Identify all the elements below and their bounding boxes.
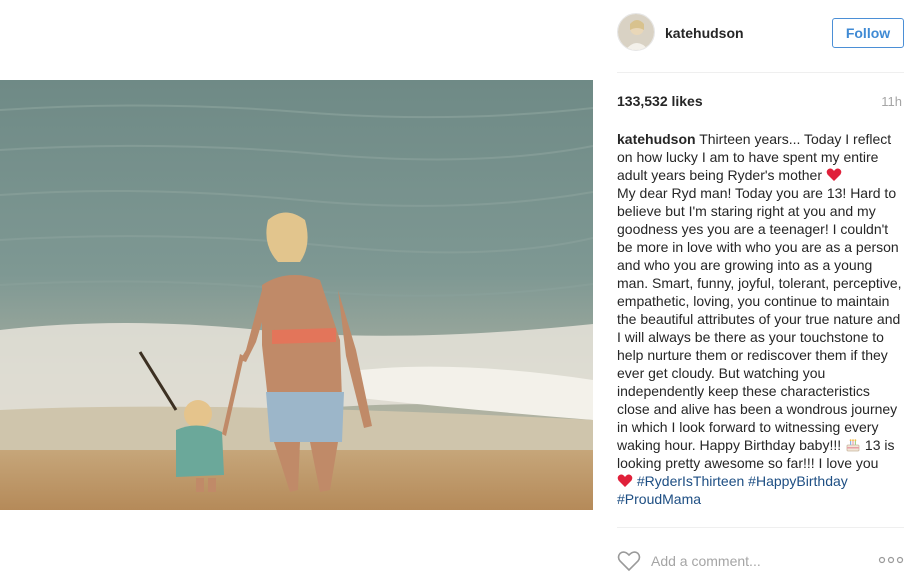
beach-photo-image [0,80,593,510]
comment-input[interactable] [651,551,851,571]
header-divider [617,72,904,73]
birthday-cake-emoji-icon [846,439,860,452]
post-sidebar: katehudson Follow 133,532 likes 11h kate… [617,0,904,584]
post-photo[interactable] [0,80,593,510]
caption-username-link[interactable]: katehudson [617,131,696,147]
hashtag-link-ryderisthirteen[interactable]: #RyderIsThirteen [637,473,744,489]
comment-divider [617,527,904,528]
post-caption: katehudson Thirteen years... Today I ref… [617,130,904,508]
hashtag-link-proudmama[interactable]: #ProudMama [617,491,701,507]
post-header: katehudson Follow [617,13,904,53]
avatar[interactable] [617,13,655,51]
follow-button[interactable]: Follow [832,18,904,48]
username-link[interactable]: katehudson [665,25,744,41]
hashtag-link-happybirthday[interactable]: #HappyBirthday [748,473,848,489]
heart-outline-icon[interactable] [617,550,641,572]
red-heart-emoji-icon [617,474,633,487]
red-heart-emoji-icon [826,168,842,181]
more-options-icon[interactable] [878,553,904,567]
comment-bar [617,548,904,574]
likes-count[interactable]: 133,532 likes [617,93,703,109]
caption-text-part2: My dear Ryd man! Today you are 13! Hard … [617,185,902,453]
avatar-photo-icon [618,14,654,50]
post-timestamp[interactable]: 11h [881,94,902,109]
